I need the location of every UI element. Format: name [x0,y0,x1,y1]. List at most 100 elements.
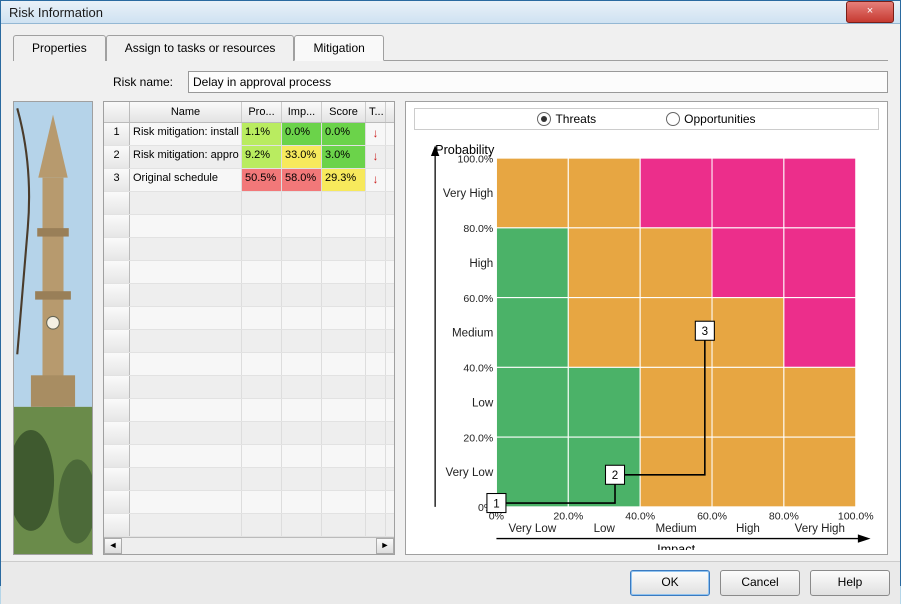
radio-opportunities-label: Opportunities [684,112,755,126]
help-button[interactable]: Help [810,570,890,596]
table-row [104,215,394,238]
table-row[interactable]: 3Original schedule50.5%58.0%29.3%↓ [104,169,394,192]
grid-header-score[interactable]: Score [322,102,366,122]
svg-text:20.0%: 20.0% [463,432,493,444]
radio-icon [666,112,680,126]
svg-text:High: High [469,257,493,270]
grid-header: Name Pro... Imp... Score T... [104,102,394,123]
svg-text:100.0%: 100.0% [838,511,874,523]
table-row [104,491,394,514]
svg-text:Probability: Probability [435,143,495,157]
title-text: Risk Information [9,5,103,20]
view-radiobar: Threats Opportunities [414,108,879,130]
svg-text:Very High: Very High [795,522,845,535]
risk-name-label: Risk name: [113,75,188,89]
svg-text:40.0%: 40.0% [625,511,655,523]
row-number: 1 [104,123,130,145]
cell-imp[interactable]: 58.0% [282,169,322,191]
radio-threats-label: Threats [555,112,596,126]
svg-text:Medium: Medium [655,522,696,535]
tab-properties[interactable]: Properties [13,35,106,61]
body-columns: Name Pro... Imp... Score T... 1Risk miti… [13,101,888,555]
svg-text:Very Low: Very Low [508,522,556,535]
svg-text:Very Low: Very Low [445,466,493,479]
close-button[interactable]: × [846,1,894,23]
table-row [104,192,394,215]
radio-threats[interactable]: Threats [537,112,596,126]
table-row[interactable]: 2Risk mitigation: appro9.2%33.0%3.0%↓ [104,146,394,169]
cell-name[interactable]: Original schedule [130,169,242,191]
mitigation-grid: Name Pro... Imp... Score T... 1Risk miti… [103,101,395,555]
table-row [104,468,394,491]
table-row [104,238,394,261]
svg-text:20.0%: 20.0% [553,511,583,523]
svg-text:80.0%: 80.0% [463,223,493,235]
titlebar: Risk Information × [1,1,900,24]
svg-text:Very High: Very High [443,187,493,200]
table-row [104,514,394,537]
table-row [104,445,394,468]
svg-text:Medium: Medium [452,327,493,340]
matrix-panel: Threats Opportunities 0%Very Low20.0%Low… [405,101,888,555]
svg-text:60.0%: 60.0% [697,511,727,523]
grid-header-rownum [104,102,130,122]
grid-hscroll[interactable]: ◄ ► [104,537,394,554]
radio-icon [537,112,551,126]
svg-text:High: High [736,522,760,535]
row-number: 2 [104,146,130,168]
table-row [104,284,394,307]
svg-text:Impact: Impact [657,542,696,550]
grid-header-name[interactable]: Name [130,102,242,122]
table-row [104,422,394,445]
table-row [104,307,394,330]
svg-text:60.0%: 60.0% [463,293,493,305]
table-row [104,399,394,422]
risk-name-input[interactable] [188,71,888,93]
cell-score[interactable]: 3.0% [322,146,366,168]
cell-imp[interactable]: 0.0% [282,123,322,145]
scroll-right-icon[interactable]: ► [376,538,394,554]
table-row [104,376,394,399]
ok-button[interactable]: OK [630,570,710,596]
grid-body[interactable]: 1Risk mitigation: install1.1%0.0%0.0%↓2R… [104,123,394,537]
table-row [104,353,394,376]
cell-pro[interactable]: 1.1% [242,123,282,145]
svg-text:1: 1 [493,497,499,510]
row-number: 3 [104,169,130,191]
risk-name-row: Risk name: [113,71,888,93]
cell-score[interactable]: 0.0% [322,123,366,145]
svg-text:2: 2 [612,469,618,482]
svg-text:80.0%: 80.0% [769,511,799,523]
sidebar-image [13,101,93,555]
cell-threat-icon[interactable]: ↓ [366,146,386,168]
svg-text:40.0%: 40.0% [463,363,493,375]
cell-imp[interactable]: 33.0% [282,146,322,168]
svg-text:Low: Low [594,522,616,535]
cell-threat-icon[interactable]: ↓ [366,123,386,145]
close-icon: × [867,5,873,17]
grid-header-pro[interactable]: Pro... [242,102,282,122]
cell-score[interactable]: 29.3% [322,169,366,191]
cell-threat-icon[interactable]: ↓ [366,169,386,191]
content-area: Properties Assign to tasks or resources … [1,24,900,561]
svg-text:Low: Low [472,396,494,409]
dialog-buttons: OK Cancel Help [1,561,900,604]
cell-name[interactable]: Risk mitigation: install [130,123,242,145]
grid-header-imp[interactable]: Imp... [282,102,322,122]
scroll-left-icon[interactable]: ◄ [104,538,122,554]
radio-opportunities[interactable]: Opportunities [666,112,755,126]
grid-header-t[interactable]: T... [366,102,386,122]
table-row [104,261,394,284]
table-row[interactable]: 1Risk mitigation: install1.1%0.0%0.0%↓ [104,123,394,146]
table-row [104,330,394,353]
tab-mitigation[interactable]: Mitigation [294,35,383,61]
risk-matrix-chart: 0%Very Low20.0%Low40.0%Medium60.0%High80… [414,134,879,550]
tabstrip: Properties Assign to tasks or resources … [13,34,888,61]
tab-assign[interactable]: Assign to tasks or resources [106,35,295,61]
cell-pro[interactable]: 9.2% [242,146,282,168]
cancel-button[interactable]: Cancel [720,570,800,596]
cell-name[interactable]: Risk mitigation: appro [130,146,242,168]
svg-text:3: 3 [702,325,708,338]
dialog-window: Risk Information × Properties Assign to … [0,0,901,586]
cell-pro[interactable]: 50.5% [242,169,282,191]
